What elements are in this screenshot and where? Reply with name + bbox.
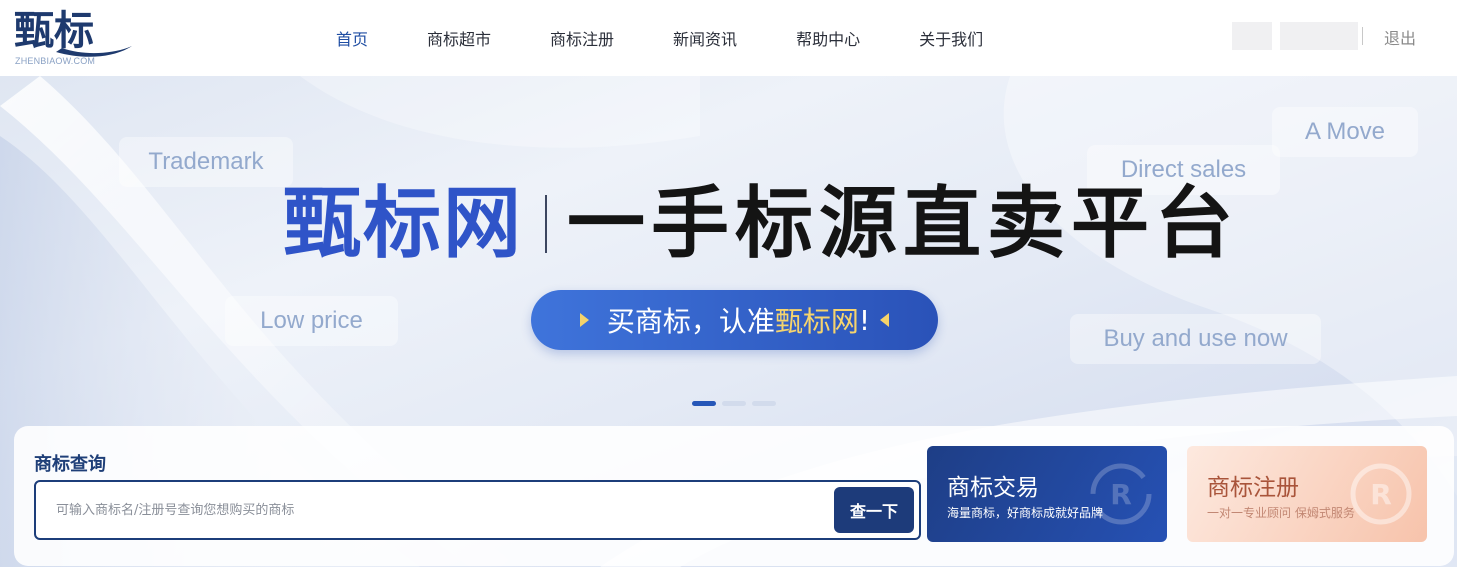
triangle-right-icon: [579, 313, 589, 327]
search-box: [34, 480, 921, 540]
user-separator: [1362, 27, 1363, 45]
nav-trademark-market[interactable]: 商标超市: [427, 26, 491, 50]
svg-text:R: R: [1370, 478, 1392, 511]
banner-slogan-pill: 买商标，认准 甄标网 !: [531, 290, 938, 350]
banner-slogan: 一手标源直卖平台: [567, 179, 1240, 269]
registered-icon: R: [1350, 463, 1412, 525]
card-register-title: 商标注册: [1207, 475, 1299, 501]
nav-news[interactable]: 新闻资讯: [673, 26, 737, 50]
pill-highlight: 甄标网: [774, 305, 859, 338]
tag-a-move: A Move: [1272, 107, 1418, 157]
triangle-left-icon: [880, 313, 890, 327]
nav-about-us[interactable]: 关于我们: [919, 26, 983, 50]
tag-trademark: Trademark: [119, 137, 293, 187]
headline-divider: [545, 195, 548, 253]
top-header: 甄标 ZHENBIAOW.COM 首页 商标超市 商标注册 新闻资讯 帮助中心 …: [0, 0, 1457, 76]
card-register-subtitle: 一对一专业顾问 保姆式服务: [1207, 506, 1355, 520]
search-title: 商标查询: [34, 454, 106, 475]
tag-buy-and-use: Buy and use now: [1070, 314, 1321, 364]
carousel-dot-1[interactable]: [692, 401, 716, 406]
username-placeholder[interactable]: [1280, 22, 1358, 50]
pill-suffix: !: [858, 303, 871, 337]
nav-home[interactable]: 首页: [336, 26, 368, 50]
carousel-dot-3[interactable]: [752, 401, 776, 406]
logout-link[interactable]: 退出: [1384, 25, 1416, 49]
tag-low-price: Low price: [225, 296, 398, 346]
user-avatar-placeholder[interactable]: [1232, 22, 1272, 50]
card-trade-subtitle: 海量商标，好商标成就好品牌: [947, 506, 1104, 520]
logo-domain: ZHENBIAOW.COM: [15, 56, 96, 66]
main-nav: 首页 商标超市 商标注册 新闻资讯 帮助中心 关于我们: [316, 0, 983, 76]
card-trademark-trade[interactable]: R 商标交易 海量商标，好商标成就好品牌: [927, 446, 1167, 542]
banner-headline: 甄标网 一手标源直卖平台: [283, 174, 1239, 274]
banner-brand: 甄标网: [283, 179, 524, 269]
svg-text:R: R: [1110, 478, 1132, 511]
pill-prefix: 买商标，认准: [606, 305, 775, 338]
search-button[interactable]: 查一下: [834, 487, 914, 533]
carousel-dots: [692, 401, 776, 406]
search-input[interactable]: [56, 496, 816, 524]
nav-help-center[interactable]: 帮助中心: [796, 26, 860, 50]
carousel-dot-2[interactable]: [722, 401, 746, 406]
card-trademark-register[interactable]: R 商标注册 一对一专业顾问 保姆式服务: [1187, 446, 1427, 542]
site-logo[interactable]: 甄标 ZHENBIAOW.COM: [14, 6, 134, 70]
nav-trademark-register[interactable]: 商标注册: [550, 26, 614, 50]
card-trade-title: 商标交易: [947, 475, 1039, 501]
